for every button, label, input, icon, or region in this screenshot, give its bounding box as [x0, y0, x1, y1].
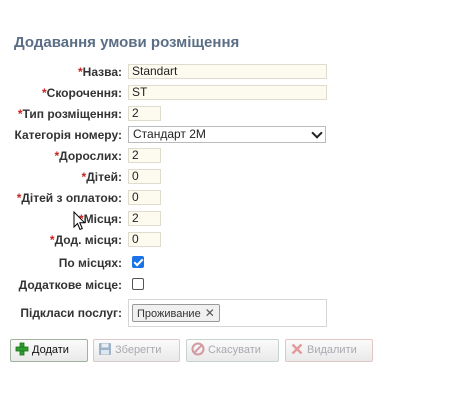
short-label-text: Скорочення:	[46, 86, 122, 100]
extra-places-label-text: Дод. місця:	[54, 233, 122, 247]
category-select-value: Стандарт 2М	[133, 127, 206, 141]
chevron-down-icon	[311, 127, 323, 139]
paid-children-input[interactable]: 0	[128, 190, 161, 205]
type-input[interactable]: 2	[128, 106, 161, 121]
cancel-button[interactable]: Скасувати	[186, 339, 279, 362]
extra-place-label: Додаткове місце:	[18, 278, 122, 292]
adults-label-text: Дорослих:	[59, 149, 122, 163]
add-button-label: Додати	[32, 344, 69, 356]
adults-label: *Дорослих:	[0, 147, 122, 165]
subclass-tag: Проживание ✕	[132, 304, 220, 322]
row-extra-place: Додаткове місце:	[0, 276, 474, 294]
row-short: *Скорочення: ST	[0, 84, 474, 102]
name-label: *Назва:	[0, 63, 122, 81]
row-children: *Дітей: 0	[0, 168, 474, 186]
places-input[interactable]: 2	[128, 211, 161, 226]
type-label: *Тип розміщення:	[0, 105, 122, 123]
row-category: Категорія номеру: Стандарт 2М	[0, 126, 474, 144]
short-label: *Скорочення:	[0, 84, 122, 102]
children-label-text: Дітей:	[86, 170, 122, 184]
extra-places-label: *Дод. місця:	[0, 231, 122, 249]
floppy-disk-icon	[99, 343, 111, 356]
paid-children-label: *Дітей з оплатою:	[0, 189, 122, 207]
row-places: *Місця: 2	[0, 210, 474, 228]
add-button[interactable]: Додати	[10, 339, 88, 362]
places-label-text: Місця:	[83, 212, 122, 226]
category-label: Категорія номеру:	[14, 128, 122, 142]
short-input[interactable]: ST	[128, 85, 327, 100]
close-icon	[291, 343, 303, 355]
subclasses-label: Підкласи послуг:	[20, 306, 122, 320]
paid-children-label-text: Дітей з оплатою:	[21, 191, 122, 205]
by-places-checkbox[interactable]	[132, 256, 144, 268]
name-input[interactable]: Standart	[128, 64, 327, 79]
form-title: Додавання умови розміщення	[14, 34, 240, 51]
by-places-label: По місцях:	[58, 256, 122, 270]
plus-icon	[15, 342, 29, 356]
delete-button-label: Видалити	[307, 344, 357, 356]
extra-places-input[interactable]: 0	[128, 232, 161, 247]
name-label-text: Назва:	[82, 65, 122, 79]
save-button-label: Зберегти	[115, 344, 162, 356]
children-label: *Дітей:	[0, 168, 122, 186]
mouse-cursor-icon	[73, 211, 86, 231]
row-type: *Тип розміщення: 2	[0, 105, 474, 123]
delete-button[interactable]: Видалити	[285, 339, 373, 362]
subclasses-tag-input[interactable]: Проживание ✕	[128, 299, 327, 327]
places-label: *Місця:	[0, 210, 122, 228]
save-button[interactable]: Зберегти	[93, 339, 180, 362]
extra-place-checkbox[interactable]	[132, 278, 144, 290]
type-label-text: Тип розміщення:	[22, 107, 122, 121]
children-input[interactable]: 0	[128, 169, 161, 184]
adults-input[interactable]: 2	[128, 148, 161, 163]
category-select[interactable]: Стандарт 2М	[128, 126, 326, 143]
remove-tag-icon[interactable]: ✕	[205, 306, 215, 320]
row-extra-places: *Дод. місця: 0	[0, 231, 474, 249]
row-paid-children: *Дітей з оплатою: 0	[0, 189, 474, 207]
cancel-button-label: Скасувати	[208, 344, 261, 356]
row-by-places: По місцях:	[0, 254, 474, 272]
subclass-tag-label: Проживание	[137, 308, 201, 320]
row-name: *Назва: Standart	[0, 63, 474, 81]
cancel-icon	[191, 342, 205, 356]
row-adults: *Дорослих: 2	[0, 147, 474, 165]
